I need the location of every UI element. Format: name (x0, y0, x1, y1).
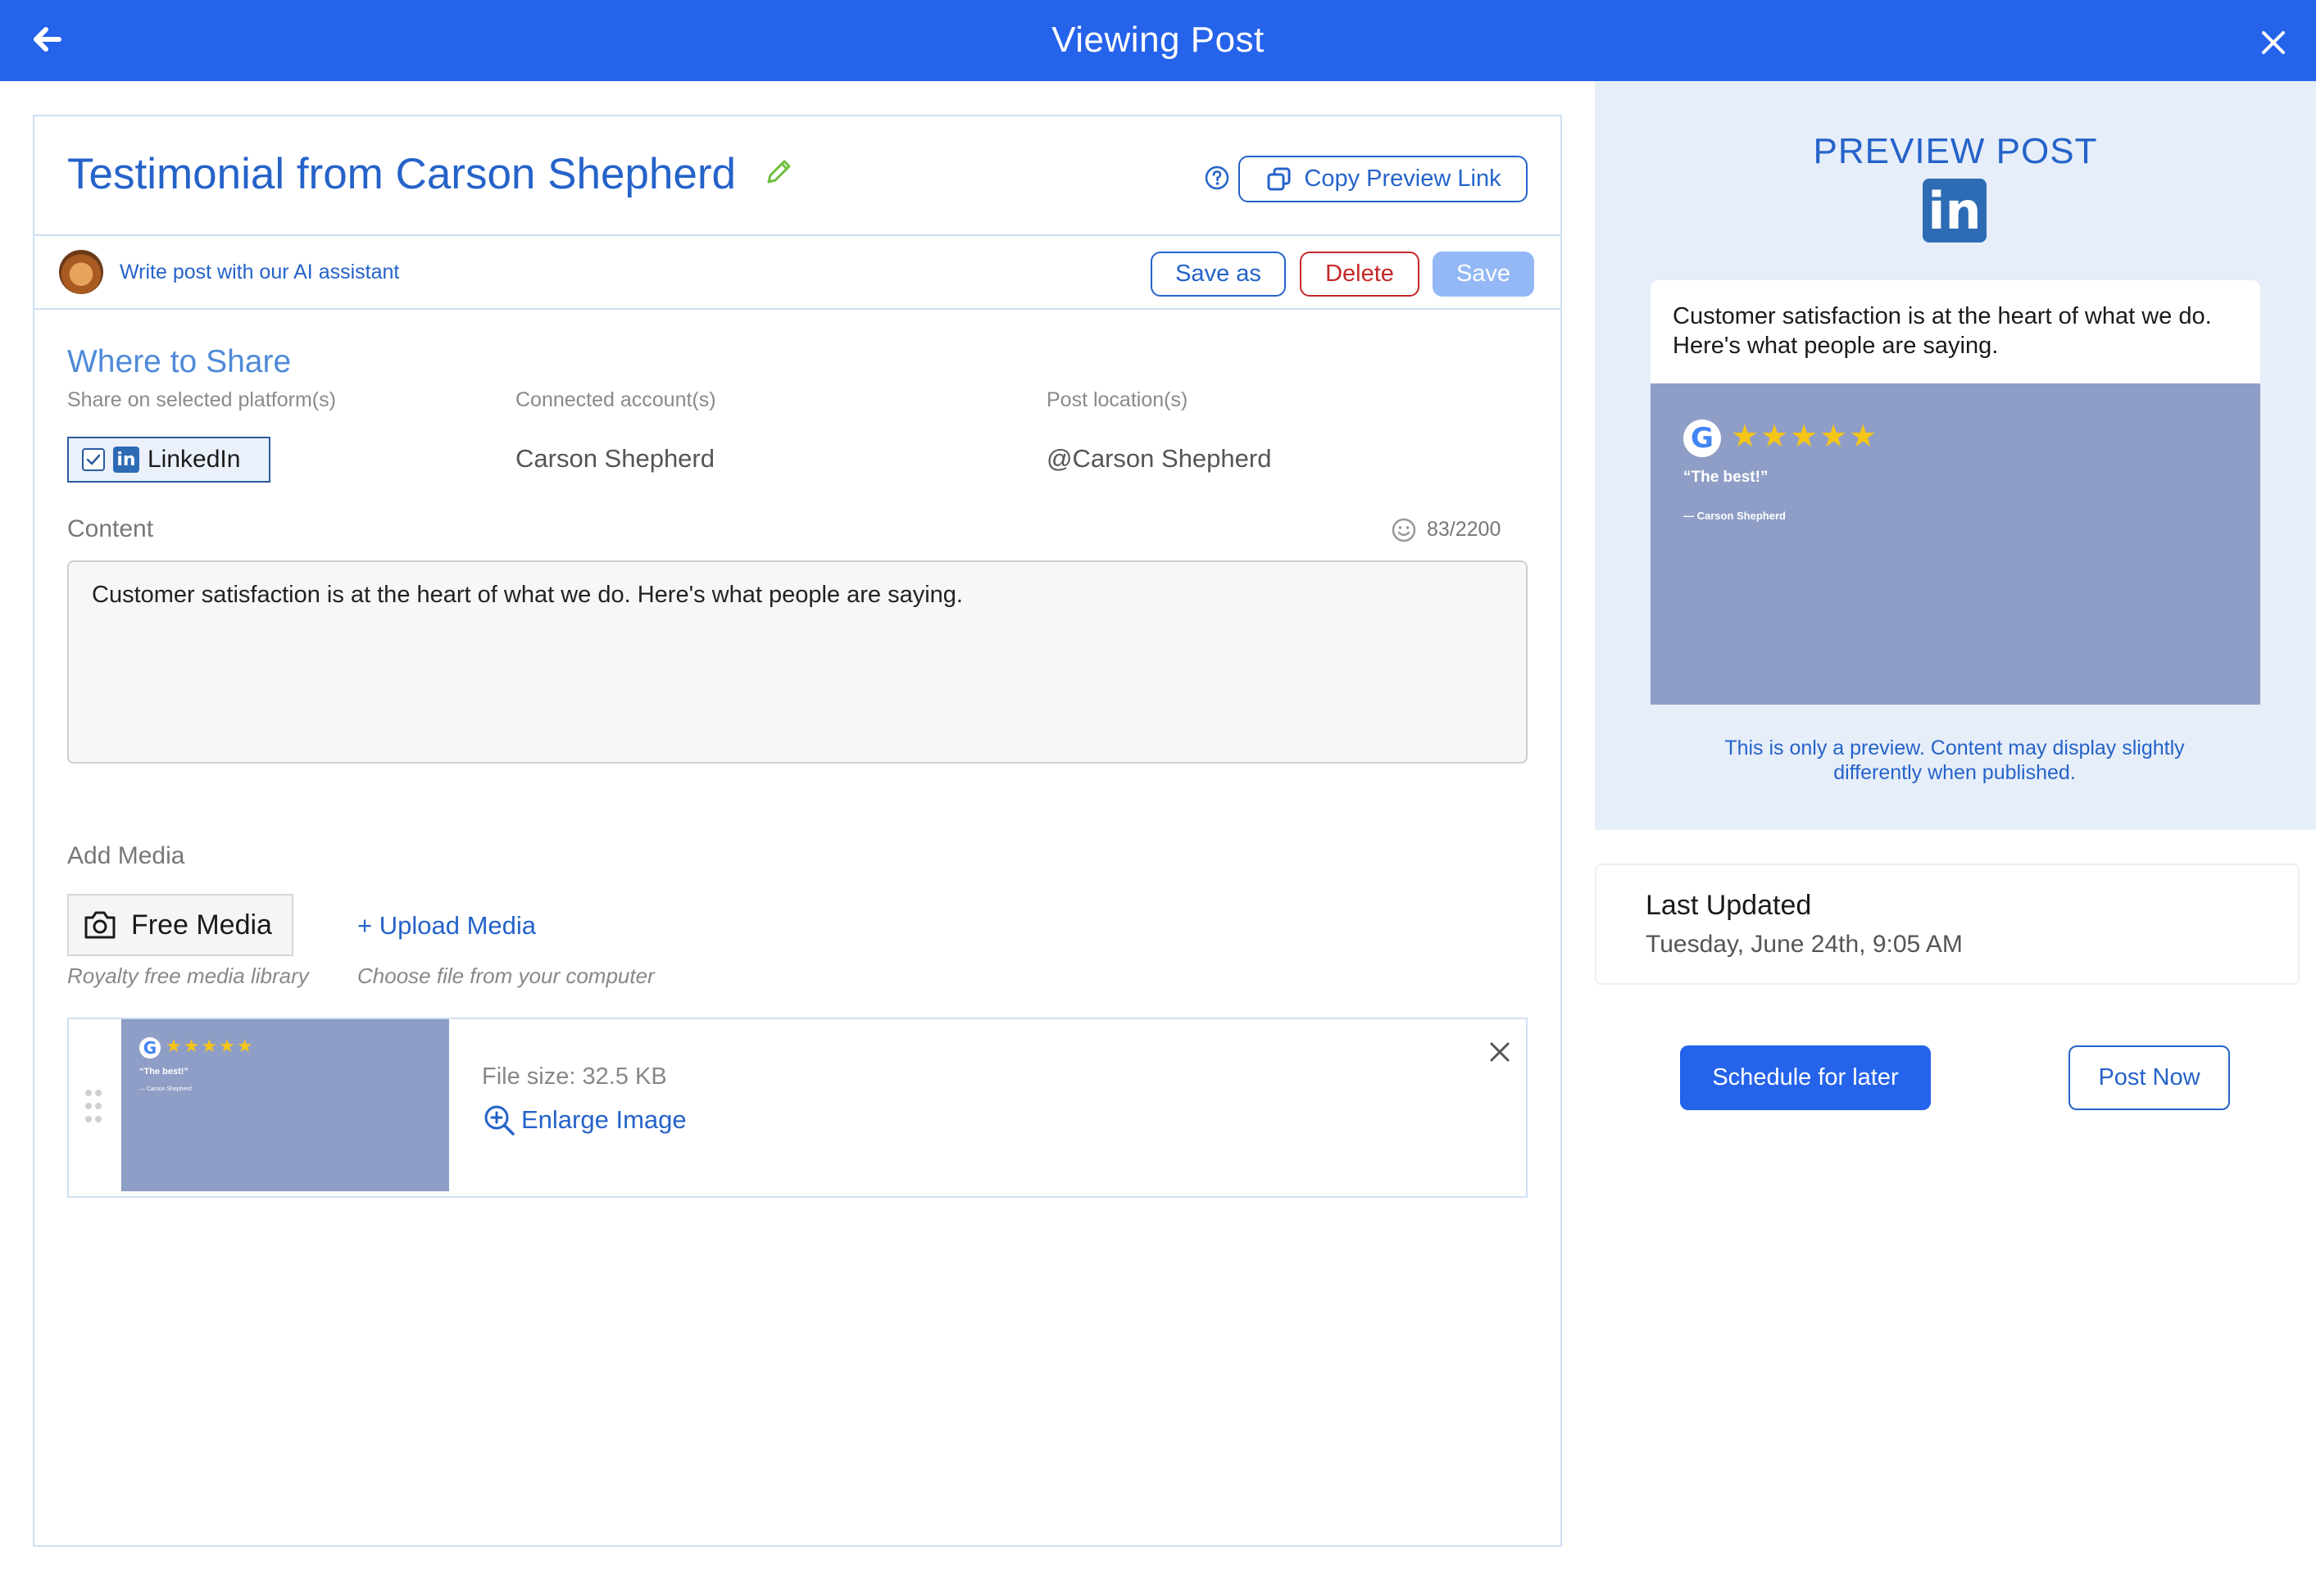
top-bar: Viewing Post (0, 0, 2316, 81)
star-rating: ★★★★★ (166, 1036, 255, 1056)
camera-icon (84, 911, 116, 939)
emoji-icon[interactable] (1390, 516, 1418, 544)
last-updated-label: Last Updated (1646, 890, 1812, 921)
linkedin-icon: in (113, 447, 139, 473)
post-editor-card (33, 115, 1562, 1547)
copy-preview-link-button[interactable]: Copy Preview Link (1238, 156, 1528, 202)
close-icon[interactable] (2255, 25, 2291, 61)
checkbox[interactable] (82, 448, 105, 471)
testimonial-quote: “The best!” (1683, 469, 1769, 486)
edit-pencil-icon[interactable] (762, 156, 795, 188)
character-count: 83/2200 (1427, 518, 1501, 541)
where-to-share-title: Where to Share (67, 344, 292, 379)
media-thumbnail[interactable]: G ★★★★★ “The best!” — Carson Shepherd (121, 1019, 449, 1191)
drag-handle-icon[interactable] (84, 1088, 103, 1124)
enlarge-image-label: Enlarge Image (521, 1105, 687, 1134)
linkedin-platform-toggle[interactable]: in LinkedIn (67, 437, 270, 483)
zoom-in-icon (484, 1105, 515, 1136)
free-media-label: Free Media (131, 909, 272, 941)
add-media-label: Add Media (67, 842, 185, 869)
ai-assistant-link[interactable]: Write post with our AI assistant (120, 259, 399, 285)
post-now-button[interactable]: Post Now (2069, 1045, 2230, 1110)
content-textarea[interactable]: Customer satisfaction is at the heart of… (67, 560, 1528, 764)
preview-post-text: Customer satisfaction is at the heart of… (1673, 303, 2212, 359)
save-as-button[interactable]: Save as (1151, 252, 1286, 297)
last-updated-value: Tuesday, June 24th, 9:05 AM (1646, 931, 1963, 958)
google-icon: G (139, 1037, 161, 1059)
divider (33, 308, 1562, 310)
preview-title: PREVIEW POST (1813, 131, 2098, 171)
last-updated-card (1595, 864, 2300, 985)
upload-media-hint: Choose file from your computer (357, 963, 655, 988)
copy-preview-link-label: Copy Preview Link (1304, 165, 1501, 192)
enlarge-image-link[interactable]: Enlarge Image (482, 1103, 687, 1137)
post-title: Testimonial from Carson Shepherd (67, 150, 736, 198)
save-button[interactable]: Save (1433, 252, 1534, 297)
linkedin-logo-icon: in (1923, 179, 1987, 243)
post-location: @Carson Shepherd (1047, 444, 1272, 473)
free-media-hint: Royalty free media library (67, 963, 309, 988)
preview-disclaimer: This is only a preview. Content may disp… (1724, 737, 2185, 784)
testimonial-author: — Carson Shepherd (139, 1086, 192, 1092)
platform-label: LinkedIn (148, 446, 241, 473)
copy-icon (1265, 165, 1294, 194)
preview-image: G ★★★★★ “The best!” — Carson Shepherd (1651, 383, 2260, 705)
help-icon[interactable] (1203, 164, 1231, 192)
schedule-for-later-button[interactable]: Schedule for later (1680, 1045, 1931, 1110)
free-media-button[interactable]: Free Media (67, 894, 293, 956)
delete-button[interactable]: Delete (1300, 252, 1419, 297)
back-arrow-icon[interactable] (26, 20, 66, 59)
platforms-column-label: Share on selected platform(s) (67, 388, 336, 411)
file-size: File size: 32.5 KB (482, 1063, 667, 1090)
location-column-label: Post location(s) (1047, 388, 1188, 411)
google-icon: G (1683, 419, 1721, 457)
remove-media-icon[interactable] (1485, 1037, 1514, 1067)
testimonial-author: — Carson Shepherd (1683, 510, 1786, 522)
content-label: Content (67, 515, 154, 542)
testimonial-quote: “The best!” (139, 1067, 188, 1077)
page-title: Viewing Post (1051, 20, 1265, 60)
upload-media-link[interactable]: + Upload Media (357, 911, 536, 941)
divider (33, 234, 1562, 236)
connected-account: Carson Shepherd (515, 444, 715, 473)
ai-assistant-avatar (59, 250, 103, 294)
accounts-column-label: Connected account(s) (515, 388, 716, 411)
star-rating: ★★★★★ (1731, 419, 1879, 454)
